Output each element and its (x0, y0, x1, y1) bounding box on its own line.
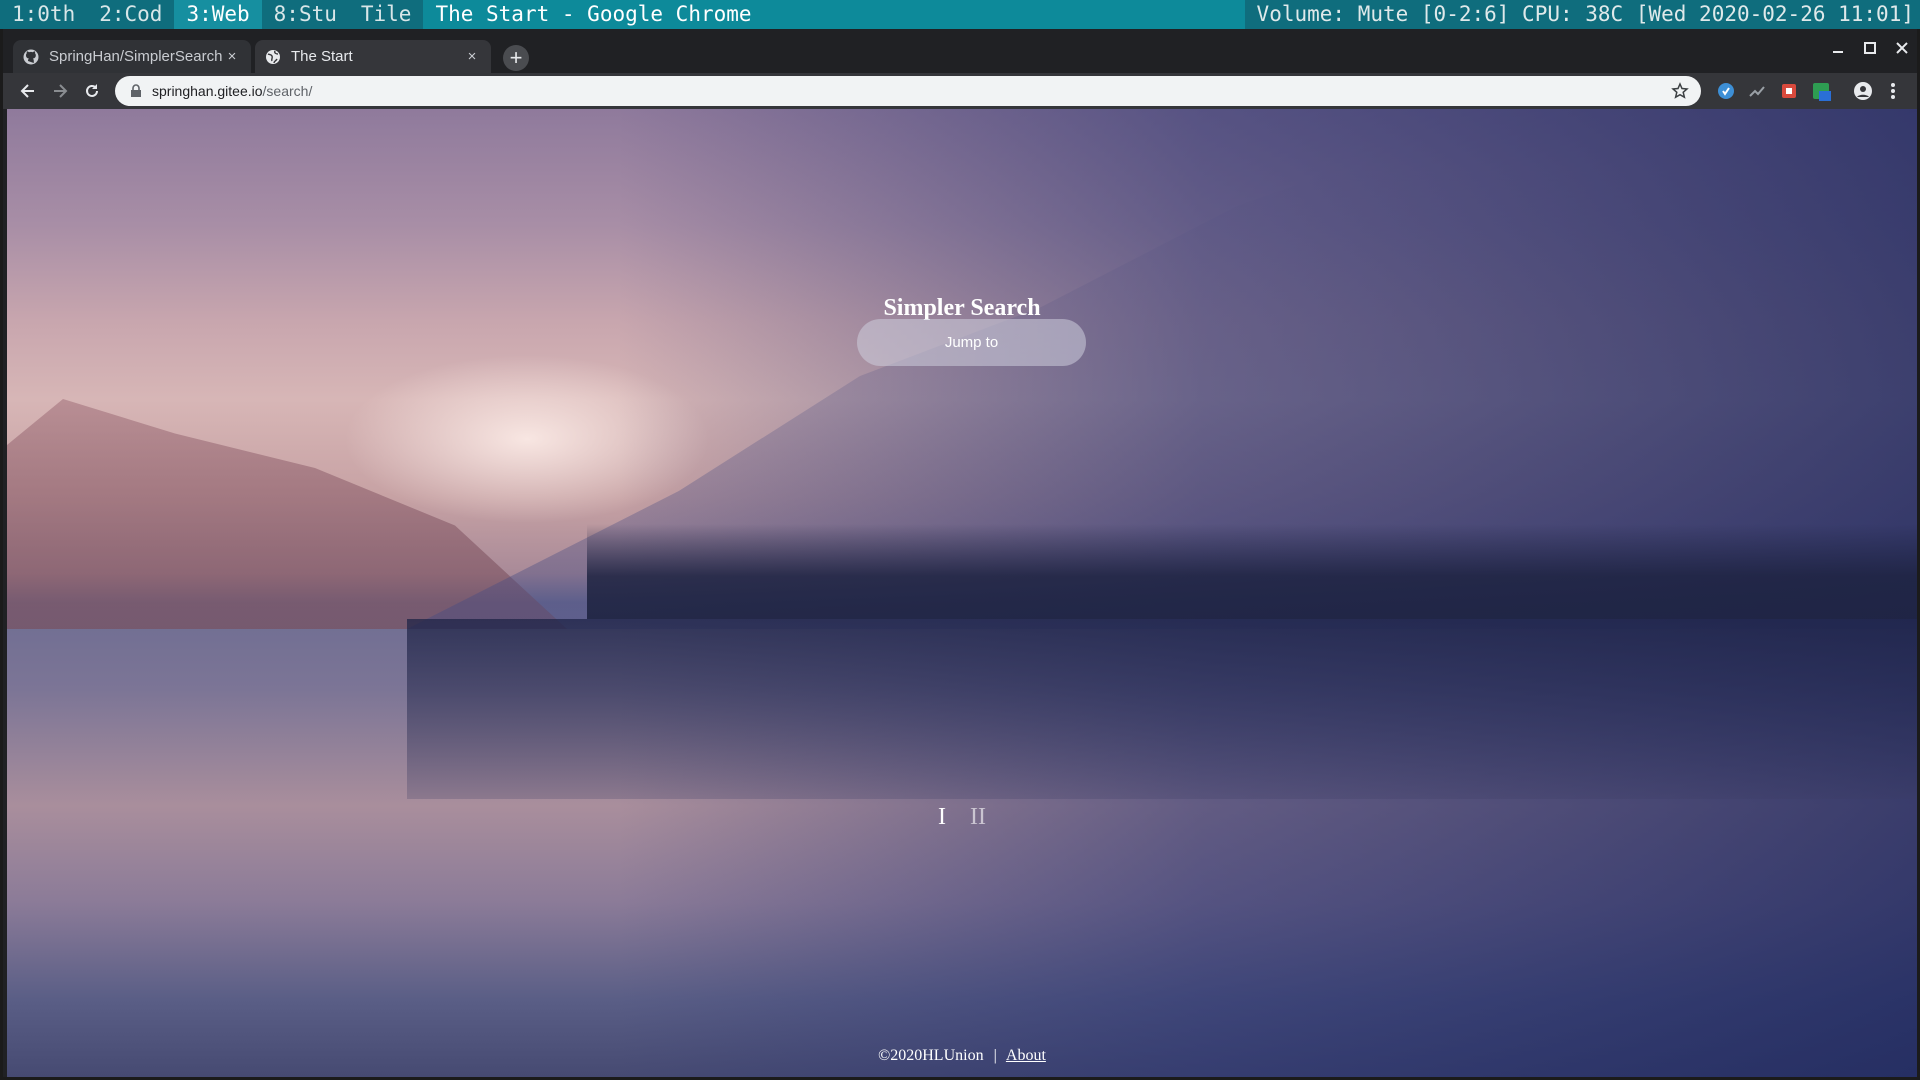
url-path: /search/ (262, 83, 313, 99)
extension-blue-icon[interactable] (1716, 81, 1736, 101)
browser-window: SpringHan/SimplerSearch × The Start × + (0, 29, 1920, 1080)
tab-title: The Start (291, 48, 353, 65)
tab-the-start[interactable]: The Start × (255, 40, 491, 73)
workspace-1[interactable]: 1:0th (0, 0, 87, 29)
page-viewport: Simpler Search Jump to I II ©2020HLUnion… (7, 109, 1917, 1077)
layout-indicator[interactable]: Tile (349, 0, 424, 29)
background-reflection (407, 619, 1917, 799)
url-host: springhan.gitee.io (152, 83, 263, 99)
menu-dots-icon[interactable] (1889, 81, 1909, 101)
extension-on-icon[interactable] (1811, 81, 1831, 101)
page-1-link[interactable]: I (938, 804, 946, 830)
profile-icon[interactable] (1853, 81, 1873, 101)
minimize-icon[interactable] (1831, 41, 1845, 60)
tab-strip: SpringHan/SimplerSearch × The Start × + (3, 29, 1917, 73)
background-forest (587, 524, 1917, 619)
page-switcher: I II (7, 804, 1917, 831)
jump-to-button[interactable]: Jump to (857, 319, 1086, 366)
close-icon[interactable]: × (463, 48, 481, 65)
footer: ©2020HLUnion | About (7, 1047, 1917, 1065)
url-text: springhan.gitee.io/search/ (152, 83, 312, 99)
address-bar[interactable]: springhan.gitee.io/search/ (115, 76, 1701, 106)
maximize-icon[interactable] (1863, 41, 1877, 60)
workspace-3[interactable]: 3:Web (174, 0, 262, 29)
copyright-text: ©2020HLUnion (878, 1047, 984, 1064)
workspace-2[interactable]: 2:Cod (87, 0, 174, 29)
back-icon[interactable] (13, 73, 43, 109)
workspace-8[interactable]: 8:Stu (262, 0, 349, 29)
wm-bar: 1:0th 2:Cod 3:Web 8:Stu Tile The Start -… (0, 0, 1920, 29)
globe-icon (265, 49, 281, 65)
bookmark-star-icon[interactable] (1671, 82, 1689, 105)
github-icon (23, 49, 39, 65)
forward-icon[interactable] (45, 73, 75, 109)
status-text: Volume: Mute [0-2:6] CPU: 38C [Wed 2020-… (1244, 0, 1920, 29)
reload-icon[interactable] (77, 73, 107, 109)
page-title: Simpler Search (883, 295, 1041, 321)
extension-red-icon[interactable] (1779, 81, 1799, 101)
toolbar: springhan.gitee.io/search/ (3, 73, 1917, 109)
about-link[interactable]: About (1006, 1047, 1046, 1064)
close-icon[interactable]: × (223, 48, 241, 65)
extension-chart-icon[interactable] (1747, 81, 1767, 101)
lock-icon (129, 84, 143, 98)
tab-simplersearch[interactable]: SpringHan/SimplerSearch × (13, 40, 251, 73)
window-title: The Start - Google Chrome (423, 0, 1245, 29)
page-2-link[interactable]: II (970, 804, 986, 830)
close-window-icon[interactable] (1895, 41, 1909, 60)
tab-title: SpringHan/SimplerSearch (49, 48, 223, 65)
footer-separator: | (993, 1047, 997, 1064)
new-tab-button[interactable]: + (503, 45, 529, 71)
